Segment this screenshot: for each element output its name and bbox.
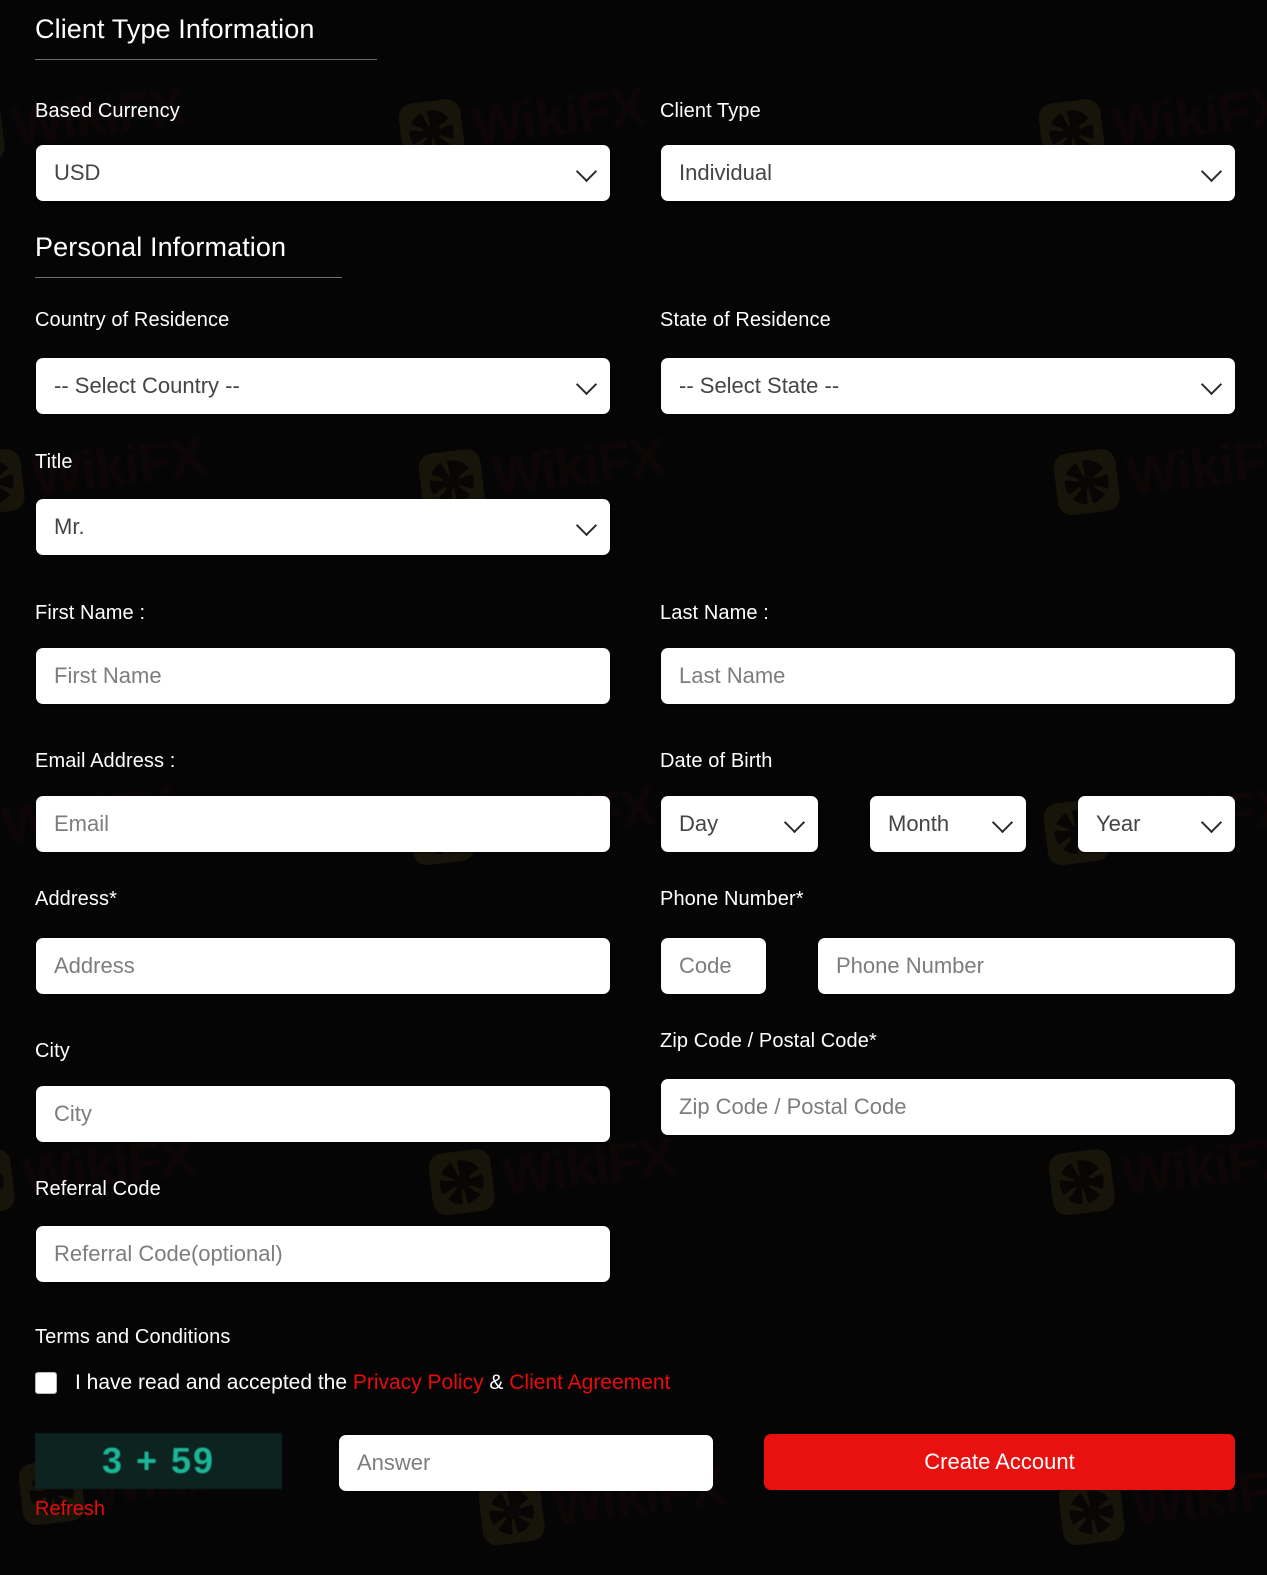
- wikifx-logo-icon: [427, 1147, 497, 1217]
- captcha-answer-input[interactable]: [339, 1435, 713, 1491]
- country-of-residence-select[interactable]: -- Select Country --: [36, 358, 610, 414]
- email-input[interactable]: [36, 796, 610, 852]
- label-referral-code: Referral Code: [35, 1178, 161, 1200]
- label-last-name: Last Name :: [660, 602, 769, 624]
- dob-year-value: Year: [1096, 811, 1141, 836]
- watermark-text: WikiFX: [1123, 426, 1267, 507]
- country-value: -- Select Country --: [54, 373, 240, 398]
- section-divider: [35, 277, 342, 278]
- chevron-down-icon: [575, 160, 598, 183]
- label-country-of-residence: Country of Residence: [35, 309, 230, 331]
- captcha-block: 3 + 59 Refresh: [35, 1433, 282, 1521]
- state-of-residence-select[interactable]: -- Select State --: [661, 358, 1235, 414]
- label-address: Address*: [35, 888, 117, 910]
- client-type-section-header: Client Type Information: [35, 14, 377, 60]
- zip-code-input[interactable]: [661, 1079, 1235, 1135]
- label-client-type: Client Type: [660, 100, 761, 122]
- dob-month-value: Month: [888, 811, 950, 836]
- label-state-of-residence: State of Residence: [660, 309, 831, 331]
- client-type-value: Individual: [679, 160, 772, 185]
- dob-year-select[interactable]: Year: [1078, 796, 1235, 852]
- label-phone-number: Phone Number*: [660, 888, 804, 910]
- dob-month-select[interactable]: Month: [870, 796, 1026, 852]
- watermark-wikifx: WikiFX: [1047, 1125, 1267, 1217]
- section-title-personal-info: Personal Information: [35, 232, 287, 262]
- phone-number-input[interactable]: [818, 938, 1235, 994]
- terms-accept-row: I have read and accepted the Privacy Pol…: [35, 1371, 670, 1395]
- personal-info-section-header: Personal Information: [35, 232, 342, 278]
- captcha-refresh-link[interactable]: Refresh: [35, 1498, 282, 1521]
- chevron-down-icon: [1200, 373, 1223, 396]
- label-terms-and-conditions: Terms and Conditions: [35, 1326, 231, 1348]
- terms-accept-prefix: I have read and accepted the: [75, 1371, 353, 1394]
- chevron-down-icon: [991, 811, 1014, 834]
- phone-code-input[interactable]: [661, 938, 766, 994]
- captcha-challenge-image: 3 + 59: [35, 1433, 282, 1489]
- terms-accept-text: I have read and accepted the Privacy Pol…: [75, 1371, 670, 1395]
- privacy-policy-link[interactable]: Privacy Policy: [353, 1371, 484, 1394]
- address-input[interactable]: [36, 938, 610, 994]
- last-name-input[interactable]: [661, 648, 1235, 704]
- title-value: Mr.: [54, 514, 85, 539]
- watermark-text: WikiFX: [488, 426, 669, 507]
- chevron-down-icon: [575, 514, 598, 537]
- dob-day-value: Day: [679, 811, 719, 836]
- based-currency-value: USD: [54, 160, 101, 185]
- label-date-of-birth: Date of Birth: [660, 750, 773, 772]
- state-value: -- Select State --: [679, 373, 840, 398]
- label-first-name: First Name :: [35, 602, 146, 624]
- section-divider: [35, 59, 377, 60]
- client-type-select[interactable]: Individual: [661, 145, 1235, 201]
- client-agreement-link[interactable]: Client Agreement: [509, 1371, 670, 1394]
- registration-page: WikiFX WikiFX WikiFX WikiFX WikiFX WikiF…: [0, 0, 1267, 1575]
- label-email-address: Email Address :: [35, 750, 176, 772]
- wikifx-logo-icon: [0, 1147, 17, 1217]
- section-title-client-type: Client Type Information: [35, 14, 315, 44]
- label-title: Title: [35, 451, 73, 473]
- watermark-wikifx: WikiFX: [1052, 425, 1267, 517]
- terms-checkbox[interactable]: [35, 1372, 57, 1394]
- label-zip-code: Zip Code / Postal Code*: [660, 1030, 877, 1052]
- label-based-currency: Based Currency: [35, 100, 180, 122]
- create-account-button[interactable]: Create Account: [764, 1434, 1235, 1490]
- wikifx-logo-icon: [0, 447, 27, 517]
- chevron-down-icon: [783, 811, 806, 834]
- referral-code-input[interactable]: [36, 1226, 610, 1282]
- wikifx-logo-icon: [1047, 1147, 1117, 1217]
- terms-separator: &: [483, 1371, 510, 1394]
- label-city: City: [35, 1040, 70, 1062]
- first-name-input[interactable]: [36, 648, 610, 704]
- chevron-down-icon: [1200, 160, 1223, 183]
- city-input[interactable]: [36, 1086, 610, 1142]
- chevron-down-icon: [1200, 811, 1223, 834]
- wikifx-logo-icon: [0, 97, 7, 167]
- based-currency-select[interactable]: USD: [36, 145, 610, 201]
- dob-day-select[interactable]: Day: [661, 796, 818, 852]
- title-select[interactable]: Mr.: [36, 499, 610, 555]
- chevron-down-icon: [575, 373, 598, 396]
- watermark-text: WikiFX: [1118, 1126, 1267, 1207]
- wikifx-logo-icon: [1052, 447, 1122, 517]
